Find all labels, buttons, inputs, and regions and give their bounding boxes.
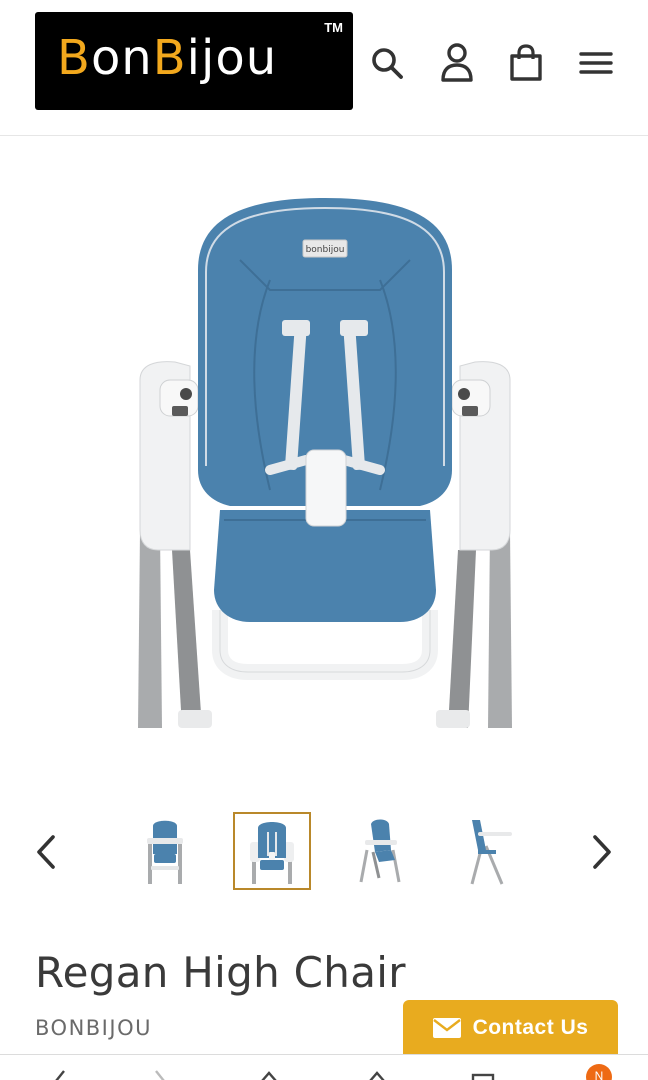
share-icon[interactable] (256, 1069, 282, 1080)
search-icon[interactable] (364, 40, 410, 86)
logo-wordmark: BonBijou (57, 30, 278, 86)
bottom-toolbar (0, 1054, 648, 1080)
menu-icon[interactable] (573, 40, 619, 86)
bookmark-icon[interactable] (364, 1069, 390, 1080)
seat-brand-tag: bonbijou (306, 245, 345, 255)
thumbnail-side[interactable] (449, 812, 527, 890)
thumbnail-front[interactable] (126, 812, 204, 890)
product-vendor[interactable]: BONBIJOU (35, 1016, 152, 1040)
back-icon[interactable] (46, 1069, 72, 1080)
tabs-icon[interactable] (470, 1069, 496, 1080)
thumbnail-seat-closeup[interactable] (233, 812, 311, 890)
envelope-icon (432, 1018, 461, 1038)
product-main-image[interactable]: bonbijou (120, 170, 530, 740)
contact-us-label: Contact Us (472, 1016, 589, 1039)
bonbijou-logo[interactable]: BonBijou TM (35, 12, 353, 110)
prev-image-arrow[interactable] (26, 828, 66, 876)
thumbnail-angle[interactable] (341, 812, 419, 890)
logo-trademark: TM (324, 20, 343, 35)
cart-icon[interactable] (503, 40, 549, 86)
product-title: Regan High Chair (35, 948, 406, 997)
account-icon[interactable] (434, 40, 480, 86)
forward-icon[interactable] (148, 1069, 174, 1080)
site-header: BonBijou TM (0, 0, 648, 136)
contact-us-button[interactable]: Contact Us (403, 1000, 618, 1056)
next-image-arrow[interactable] (582, 828, 622, 876)
